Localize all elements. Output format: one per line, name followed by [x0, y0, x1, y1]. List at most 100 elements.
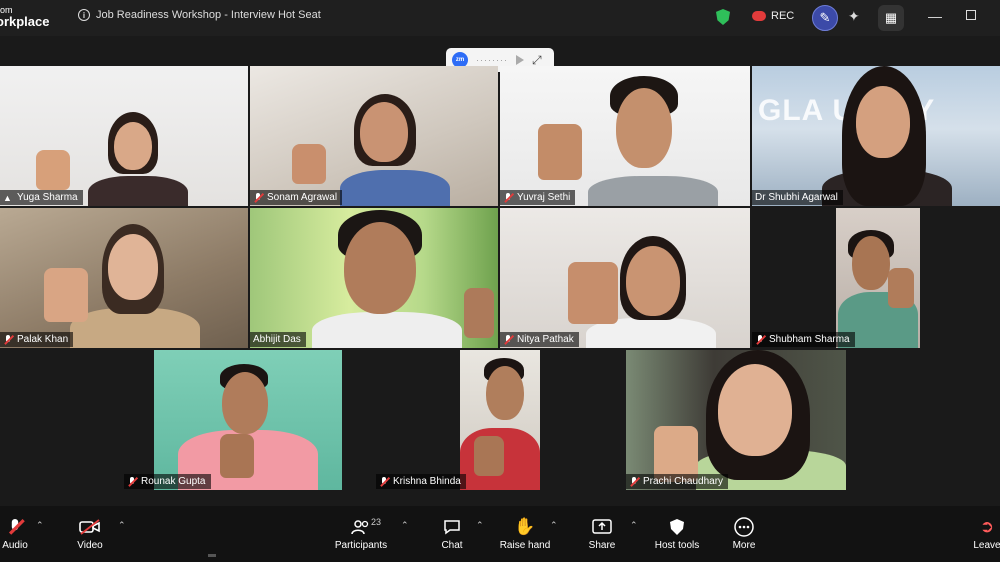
recording-indicator[interactable]: REC: [752, 10, 794, 22]
video-tile[interactable]: Rounak Gupta: [124, 350, 372, 490]
host-tools-label: Host tools: [654, 540, 700, 551]
mic-muted-icon: [127, 476, 137, 487]
thumbs-up-hand: [888, 268, 914, 308]
person-body: [588, 176, 718, 206]
video-button[interactable]: Video: [72, 506, 108, 562]
participant-name: Shubham Sharma: [769, 334, 850, 345]
speaking-icon: ▲: [3, 192, 12, 203]
meeting-title: Job Readiness Workshop - Interview Hot S…: [96, 9, 321, 21]
mic-muted-icon: [253, 192, 263, 203]
person-face: [852, 236, 890, 290]
participants-options-chevron-icon[interactable]: ⌃: [401, 520, 409, 531]
participants-icon: 23: [351, 517, 381, 537]
video-off-icon: [79, 517, 101, 537]
person-face: [616, 88, 672, 168]
ai-companion-button[interactable]: ✎: [812, 5, 838, 31]
raise-hand-label: Raise hand: [499, 540, 551, 551]
share-label: Share: [588, 540, 616, 551]
more-button[interactable]: More: [728, 506, 760, 562]
chat-button[interactable]: Chat: [436, 506, 468, 562]
video-tile[interactable]: Palak Khan: [0, 208, 248, 348]
participant-name: Prachi Chaudhary: [643, 476, 724, 487]
participant-name: Dr Shubhi Agarwal: [755, 192, 838, 203]
video-tile[interactable]: ▲ Yuga Sharma: [0, 66, 248, 206]
audio-button[interactable]: Audio: [0, 506, 30, 562]
video-tile[interactable]: Abhijit Das: [250, 208, 498, 348]
mic-muted-icon: [629, 476, 639, 487]
participant-nametag: Rounak Gupta: [124, 474, 211, 489]
app-logo: om orkplace: [0, 4, 60, 28]
mic-muted-icon: [503, 334, 513, 345]
info-icon[interactable]: i: [78, 9, 90, 21]
participant-nametag: ▲ Yuga Sharma: [0, 190, 83, 205]
thumbs-up-hand: [474, 436, 504, 476]
chat-options-chevron-icon[interactable]: ⌃: [476, 520, 484, 531]
person-face: [222, 372, 268, 434]
participant-nametag: Shubham Sharma: [752, 332, 855, 347]
video-tile[interactable]: Yuvraj Sethi: [500, 66, 750, 206]
participants-count: 23: [371, 517, 382, 527]
person-body: [312, 312, 462, 348]
person-body: [70, 308, 200, 348]
participants-label: Participants: [334, 540, 388, 551]
video-tile[interactable]: Sonam Agrawal: [250, 66, 498, 206]
participant-name: Yuvraj Sethi: [517, 192, 571, 203]
video-tile[interactable]: Shubham Sharma: [752, 208, 1000, 348]
minimize-button[interactable]: —: [928, 8, 942, 24]
title-bar: om orkplace i Job Readiness Workshop - I…: [0, 0, 1000, 36]
video-tile[interactable]: GLA U SITY Dr Shubhi Agarwal: [752, 66, 1000, 206]
apps-grid-button[interactable]: ▦: [878, 5, 904, 31]
participant-name: Nitya Pathak: [517, 334, 574, 345]
video-tile[interactable]: Prachi Chaudhary: [626, 350, 876, 490]
chat-label: Chat: [441, 540, 463, 551]
play-icon[interactable]: [515, 55, 524, 65]
participants-button[interactable]: 23 Participants: [330, 506, 392, 562]
restore-button[interactable]: [966, 10, 976, 20]
participant-nametag: Yuvraj Sethi: [500, 190, 576, 205]
leave-button[interactable]: ➲ Leave: [973, 506, 1000, 562]
sparkle-icon[interactable]: ✦: [848, 8, 860, 25]
person-body: [88, 176, 188, 206]
participant-nametag: Abhijit Das: [250, 332, 306, 347]
leave-label: Leave: [973, 540, 1000, 551]
shield-icon: [669, 517, 685, 537]
rec-label: REC: [771, 10, 795, 22]
meeting-info[interactable]: i Job Readiness Workshop - Interview Hot…: [78, 9, 321, 21]
person-body: [340, 170, 450, 206]
participant-nametag: Krishna Bhinda: [376, 474, 466, 489]
participant-nametag: Prachi Chaudhary: [626, 474, 729, 489]
thumbs-up-hand: [538, 124, 582, 180]
mic-muted-icon: [379, 476, 389, 487]
participant-name: Rounak Gupta: [141, 476, 206, 487]
chat-icon: [443, 517, 461, 537]
scroll-indicator[interactable]: [208, 554, 216, 557]
video-tile[interactable]: Krishna Bhinda: [376, 350, 624, 490]
thumbs-up-hand: [44, 268, 88, 322]
person-face: [856, 86, 910, 158]
mic-muted-icon: [755, 334, 765, 345]
participant-nametag: Sonam Agrawal: [250, 190, 343, 205]
cloud-record-icon: [752, 11, 766, 21]
drag-handle[interactable]: ········: [476, 55, 508, 65]
share-button[interactable]: Share: [584, 506, 620, 562]
encryption-shield-icon[interactable]: [716, 9, 730, 25]
thumbs-up-hand: [36, 150, 70, 190]
share-options-chevron-icon[interactable]: ⌃: [630, 520, 638, 531]
participant-name: Abhijit Das: [253, 334, 301, 345]
person-face: [360, 102, 408, 162]
video-options-chevron-icon[interactable]: ⌃: [118, 520, 126, 531]
raise-hand-options-chevron-icon[interactable]: ⌃: [550, 520, 558, 531]
mic-muted-icon: [10, 517, 20, 537]
raise-hand-button[interactable]: ✋ Raise hand: [498, 506, 552, 562]
host-tools-button[interactable]: Host tools: [650, 506, 704, 562]
mic-muted-icon: [3, 334, 13, 345]
participant-name: Krishna Bhinda: [393, 476, 461, 487]
video-tile[interactable]: Nitya Pathak: [500, 208, 750, 348]
person-face: [718, 364, 792, 456]
share-screen-icon: [592, 517, 612, 537]
meeting-toolbar: Audio ⌃ Video ⌃ 23 Participants ⌃ Chat ⌃…: [0, 506, 1000, 562]
hand-icon: ✋: [514, 517, 536, 536]
participant-nametag: Dr Shubhi Agarwal: [752, 190, 843, 205]
participant-name: Palak Khan: [17, 334, 69, 345]
audio-options-chevron-icon[interactable]: ⌃: [36, 520, 44, 531]
